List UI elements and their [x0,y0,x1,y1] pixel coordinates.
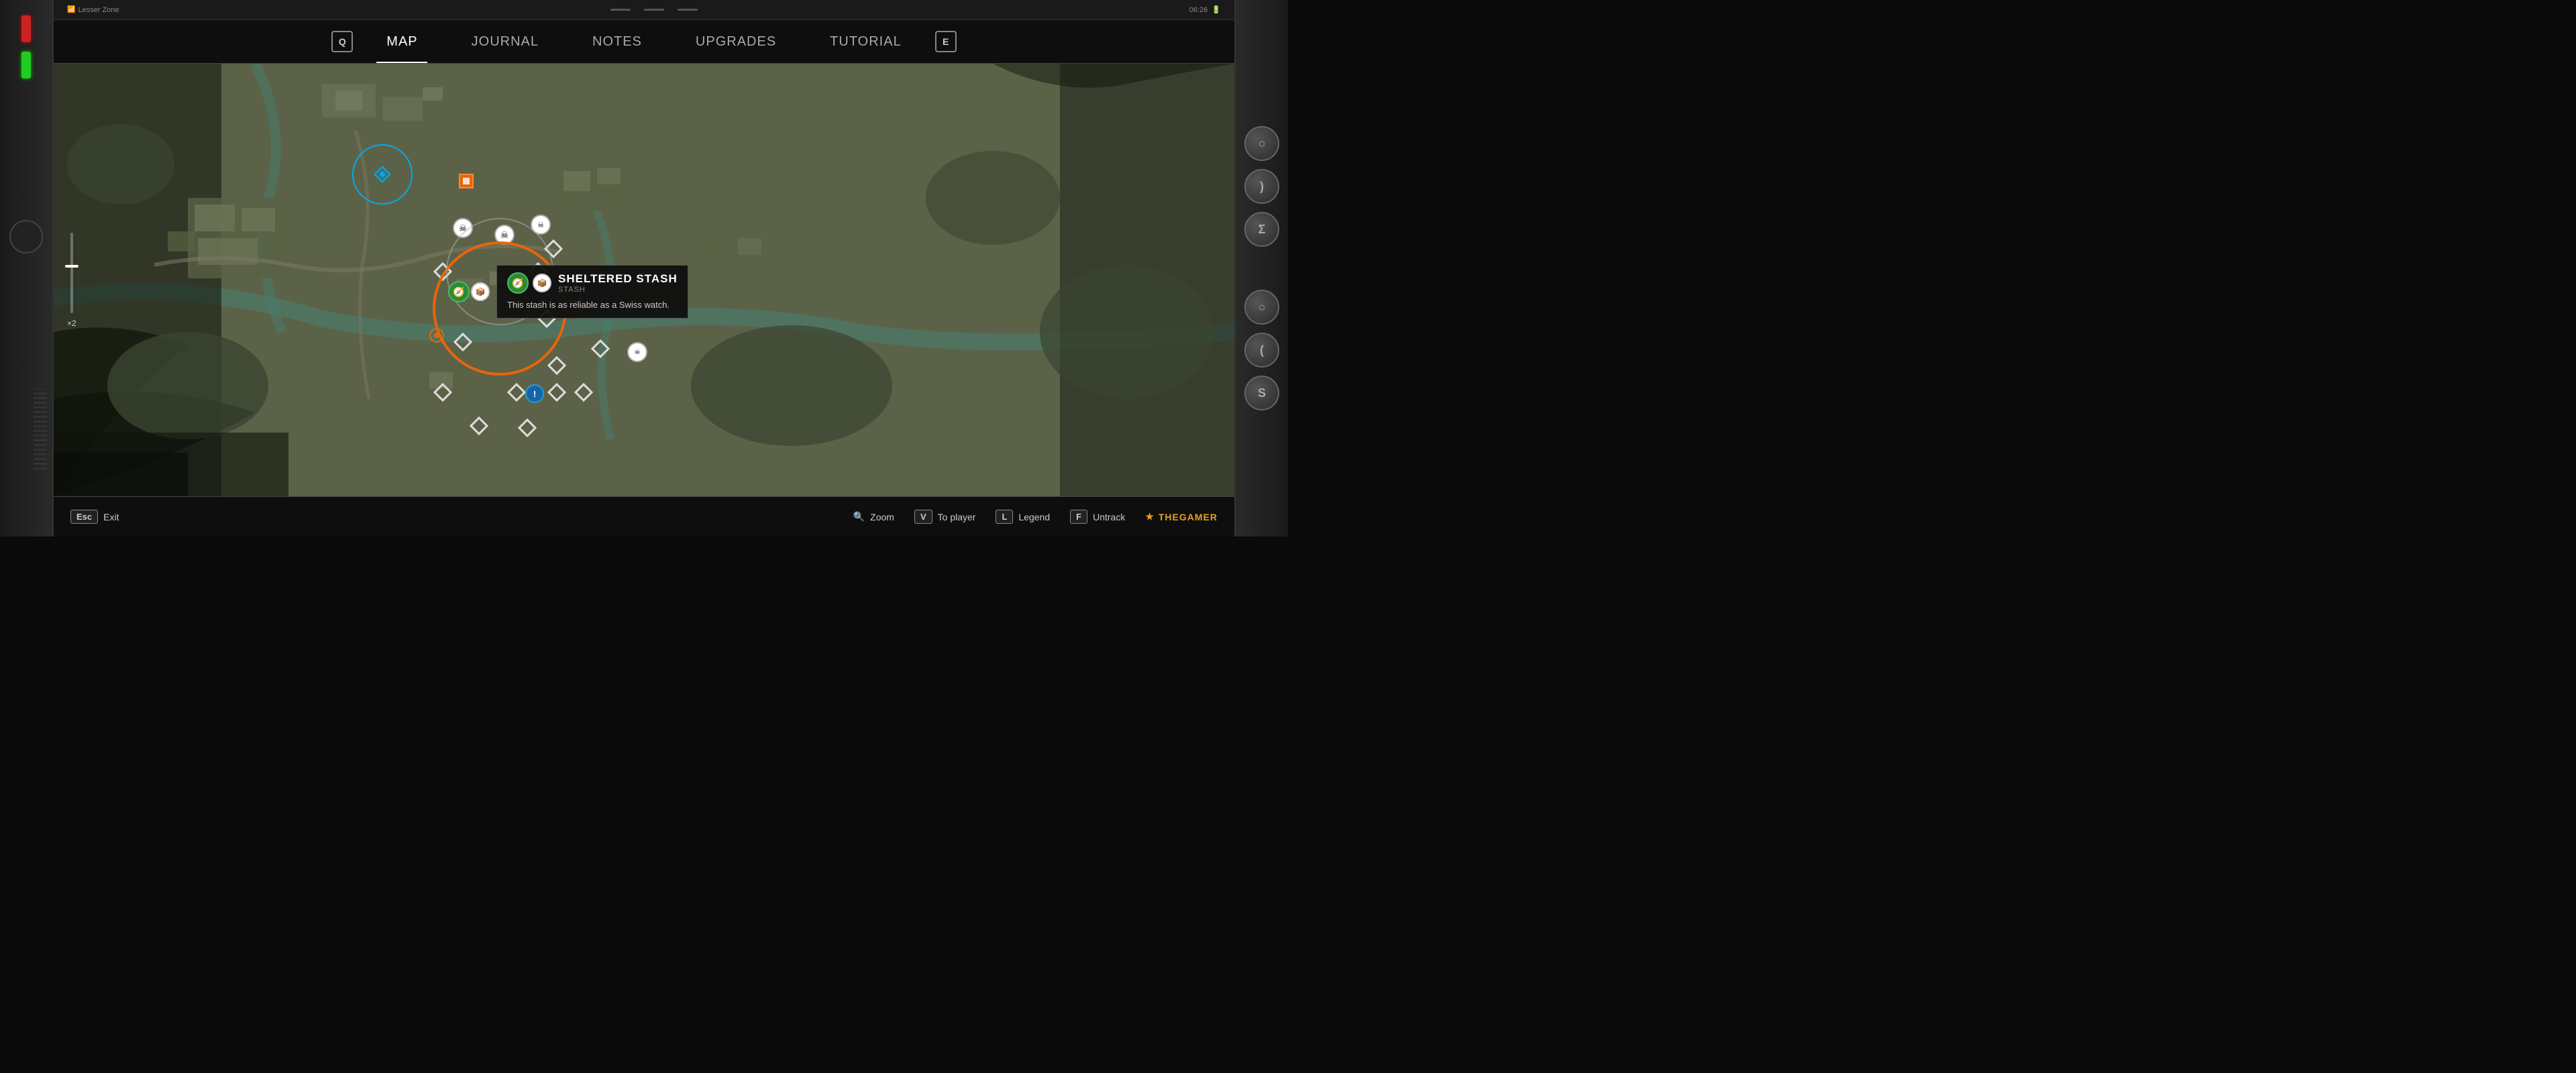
marker-diamond-right-2[interactable] [592,341,608,357]
marker-diamond-right-1[interactable] [545,241,561,257]
v-key[interactable]: V [914,510,932,524]
marker-diamond-7[interactable] [508,384,525,400]
indicator-green [21,52,31,78]
right-button-5[interactable]: ( [1244,333,1279,368]
tab-notes[interactable]: Notes [566,29,669,55]
zoom-icon: 🔍 [853,511,865,522]
tab-upgrades[interactable]: Upgrades [669,29,803,55]
signal-icon: 📶 [67,6,75,13]
to-player-label: To player [938,512,976,522]
marker-diamond-right-3[interactable] [576,384,592,400]
marker-blue-info[interactable]: ! [525,384,544,403]
tooltip-title: SHELTERED STASH [558,272,678,286]
thegamer-logo: ★ THEGAMER [1145,511,1218,522]
zoom-bar [70,233,73,313]
tab-tutorial[interactable]: Tutorial [803,29,928,55]
marker-diamond-4[interactable] [455,334,471,350]
right-panel: ○ ) Σ ○ ( S [1234,0,1288,536]
left-panel-stripe [34,389,47,469]
nav-key-q[interactable]: Q [331,31,353,52]
right-button-4[interactable]: ○ [1244,290,1279,325]
screen-container: ○ ) Σ ○ ( S 📶 Lesser Zone 06:26 🔋 Q Map [0,0,1288,536]
marker-skull-4[interactable]: ☠ [627,342,647,362]
marker-diamond-9[interactable] [549,384,565,400]
top-dash-1 [610,9,631,11]
player-marker[interactable]: 🧭 [448,281,470,302]
exit-label: Exit [103,512,119,522]
left-panel-detail [9,220,43,253]
tab-journal[interactable]: Journal [445,29,566,55]
tooltip-player-icon: 🧭 [507,272,529,294]
exit-action[interactable]: Esc Exit [70,510,119,524]
stash-marker[interactable]: 📦 [471,282,490,301]
left-panel [0,0,54,536]
nav-bar: Q Map Journal Notes Upgrades Tutorial E [54,20,1234,64]
battery-icon: 🔋 [1212,5,1221,14]
right-button-2[interactable]: ) [1244,169,1279,204]
right-button-1[interactable]: ○ [1244,126,1279,161]
marker-diamond-10[interactable] [519,420,535,436]
marker-diamond-6[interactable] [471,418,487,434]
marker-diamond-8[interactable] [549,357,565,374]
zoom-action: 🔍 Zoom [853,511,894,522]
zoom-control: ×2 [67,233,76,328]
marker-orange-top[interactable] [459,174,474,188]
right-button-6[interactable]: S [1244,376,1279,410]
top-dash-2 [644,9,664,11]
top-bar-center [610,9,698,11]
nav-key-e[interactable]: E [935,31,957,52]
tooltip-stash-icon: 📦 [533,274,551,292]
zoom-label: ×2 [67,319,76,328]
legend-label: Legend [1018,512,1050,522]
marker-diamond-1[interactable] [435,264,451,280]
marker-skull-3[interactable]: ☠ [531,215,551,235]
marker-skull-2[interactable]: ☠ [494,225,515,245]
marker-skull-1[interactable]: ☠ [453,218,473,238]
legend-action[interactable]: L Legend [996,510,1050,524]
f-key[interactable]: F [1070,510,1087,524]
signal-area: 📶 Lesser Zone [67,6,119,14]
l-key[interactable]: L [996,510,1013,524]
logo-name: THEGAMER [1159,512,1218,522]
untrack-label: Untrack [1093,512,1125,522]
time-display: 06:26 [1189,6,1208,14]
bottom-bar: Esc Exit 🔍 Zoom V To player L Legend F U… [54,496,1234,536]
right-button-3[interactable]: Σ [1244,212,1279,247]
tooltip-description: This stash is as reliable as a Swiss wat… [507,299,678,311]
top-dash-3 [678,9,698,11]
marker-blue-diamond[interactable] [373,165,392,184]
logo-star-icon: ★ [1145,511,1155,522]
zoom-action-label: Zoom [870,512,894,522]
tab-map[interactable]: Map [360,29,444,55]
time-area: 06:26 🔋 [1189,5,1221,14]
esc-key[interactable]: Esc [70,510,98,524]
tooltip-header: 🧭 📦 SHELTERED STASH STASH [507,272,678,294]
zoom-indicator [65,265,78,268]
map-tooltip: 🧭 📦 SHELTERED STASH STASH This stash is … [496,265,688,319]
untrack-action[interactable]: F Untrack [1070,510,1125,524]
to-player-action[interactable]: V To player [914,510,975,524]
tooltip-subtitle: STASH [558,286,678,294]
small-orange-marker[interactable] [429,328,444,343]
map-container[interactable]: ×2 ☠ ☠ ☠ [54,64,1234,496]
top-bar: 📶 Lesser Zone 06:26 🔋 [54,0,1234,20]
indicator-red [21,15,31,42]
zone-label: Lesser Zone [78,6,119,14]
marker-diamond-5[interactable] [435,384,451,400]
